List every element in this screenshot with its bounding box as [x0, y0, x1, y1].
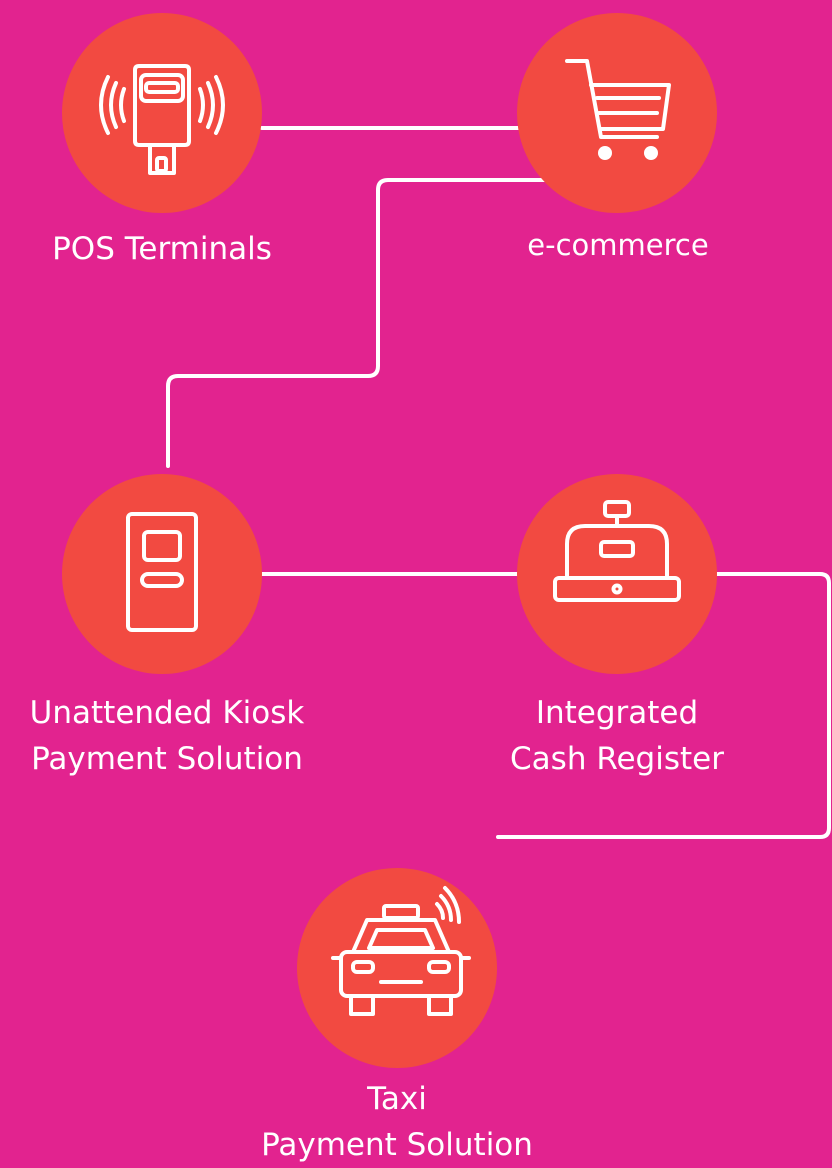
node-ecommerce — [517, 13, 717, 213]
kiosk-icon — [126, 512, 198, 632]
node-taxi — [297, 868, 497, 1068]
node-label-cash-register: Integrated Cash Register — [452, 690, 782, 782]
label-line: Cash Register — [510, 741, 724, 777]
shopping-cart-icon — [565, 59, 671, 160]
label-line: Unattended Kiosk — [29, 695, 305, 731]
node-label-ecommerce: e-commerce — [458, 222, 778, 268]
taxi-icon — [331, 886, 471, 1016]
pos-terminal-icon — [99, 64, 225, 175]
label-line: Payment Solution — [261, 1127, 533, 1163]
cash-register-icon — [553, 500, 681, 602]
node-label-kiosk: Unattended Kiosk Payment Solution — [0, 690, 334, 782]
label-line: Payment Solution — [31, 741, 303, 777]
node-label-taxi: Taxi Payment Solution — [230, 1076, 564, 1168]
node-label-pos-terminals: POS Terminals — [0, 226, 324, 272]
label-line: e-commerce — [527, 228, 709, 262]
node-pos-terminals — [62, 13, 262, 213]
node-kiosk — [62, 474, 262, 674]
label-line: Integrated — [535, 695, 699, 731]
node-cash-register — [517, 474, 717, 674]
label-line: Taxi — [367, 1081, 427, 1117]
label-line: POS Terminals — [52, 231, 272, 267]
solutions-diagram: POS Terminals e-commerce Unattended Kios… — [0, 0, 832, 1163]
